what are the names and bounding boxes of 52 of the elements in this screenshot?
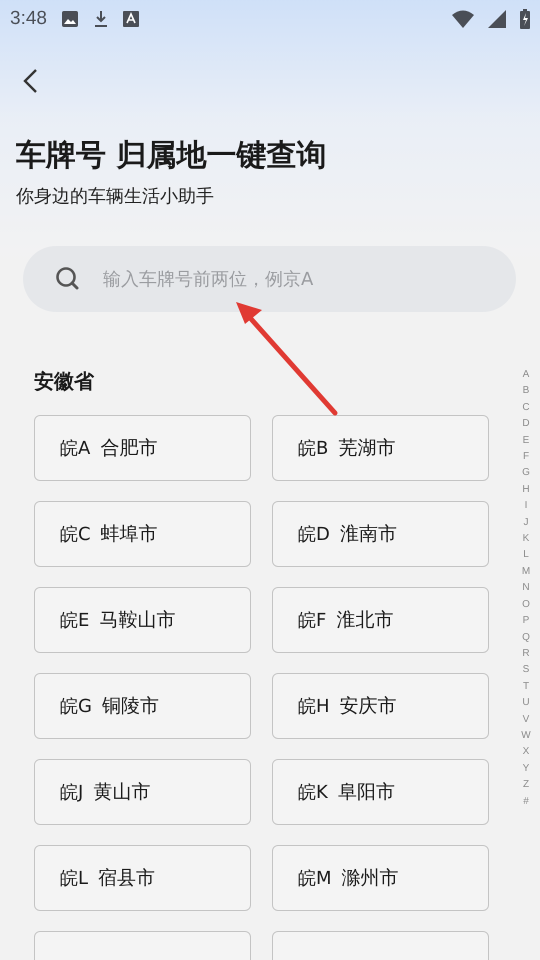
index-letter[interactable]: H (522, 482, 530, 498)
index-letter[interactable]: W (521, 728, 531, 744)
wifi-icon (452, 10, 474, 28)
search-field[interactable]: 输入车牌号前两位，例京A (103, 268, 483, 290)
index-letter[interactable]: I (524, 498, 528, 515)
index-letter[interactable]: R (522, 646, 530, 662)
index-letter[interactable]: T (522, 678, 530, 696)
index-letter[interactable]: Y (522, 760, 530, 778)
search-icon (55, 266, 81, 292)
city-card[interactable]: 皖C 蚌埠市 (34, 501, 251, 567)
index-letter[interactable]: K (522, 531, 530, 548)
page-subtitle: 你身边的车辆生活小助手 (16, 185, 214, 208)
city-card[interactable]: 皖F 淮北市 (272, 587, 489, 653)
index-letter[interactable]: F (522, 449, 530, 466)
index-letter[interactable]: Q (522, 630, 530, 646)
index-letter[interactable]: L (523, 547, 529, 564)
index-letter[interactable]: M (522, 564, 530, 580)
city-card[interactable]: 皖H 安庆市 (272, 673, 489, 739)
index-letter[interactable]: E (522, 432, 530, 450)
index-letter[interactable]: S (522, 662, 530, 679)
index-letter[interactable]: D (522, 416, 530, 433)
index-letter[interactable]: G (522, 465, 530, 482)
signal-icon (488, 10, 506, 28)
city-card[interactable]: 皖D 淮南市 (272, 501, 489, 567)
download-icon (92, 10, 109, 28)
index-letter[interactable]: V (522, 712, 530, 728)
index-letter[interactable]: B (522, 383, 530, 400)
city-card[interactable]: 皖B 芜湖市 (272, 415, 489, 481)
index-letter[interactable]: A (522, 367, 530, 384)
city-card[interactable]: 皖L 宿县市 (34, 845, 251, 911)
city-card[interactable]: 皖G 铜陵市 (34, 673, 251, 739)
image-icon (60, 10, 79, 28)
index-letter[interactable]: O (522, 596, 530, 614)
city-card[interactable]: 皖A 合肥市 (34, 415, 251, 481)
index-letter[interactable]: J (524, 514, 528, 532)
font-icon (122, 11, 139, 27)
index-letter[interactable]: N (522, 580, 530, 597)
battery-icon (520, 9, 530, 29)
city-card[interactable]: 皖J 黄山市 (34, 759, 251, 825)
search-bar[interactable]: 输入车牌号前两位，例京A (23, 246, 516, 312)
city-card[interactable]: 皖M 滁州市 (272, 845, 489, 911)
city-card[interactable]: 皖K 阜阳市 (272, 759, 489, 825)
city-card[interactable]: 皖E 马鞍山市 (34, 587, 251, 653)
index-letter[interactable]: C (522, 400, 530, 416)
index-letter[interactable]: X (522, 744, 530, 761)
index-letter[interactable]: Z (522, 777, 530, 794)
index-letter[interactable]: P (522, 613, 530, 630)
index-letter[interactable]: # (523, 794, 529, 810)
page-title: 车牌号 归属地一键查询 (16, 138, 328, 174)
clock: 3:48 (10, 8, 47, 30)
index-letter[interactable]: U (522, 695, 530, 712)
section-heading: 安徽省 (34, 368, 94, 395)
